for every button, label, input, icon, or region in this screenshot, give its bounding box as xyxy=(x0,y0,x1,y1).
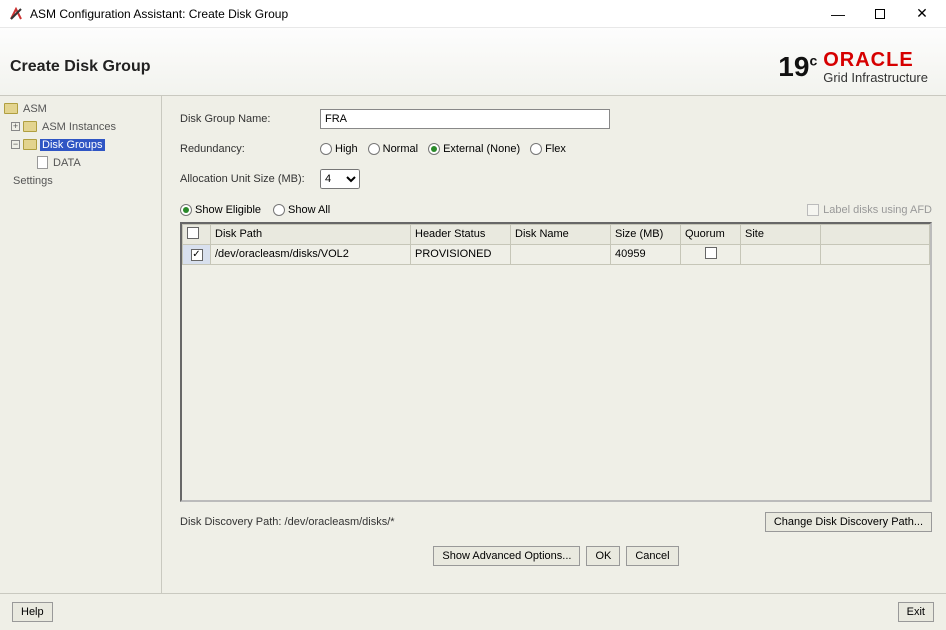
redundancy-high[interactable]: High xyxy=(320,143,358,155)
sidebar: ASM + ASM Instances − Disk Groups DATA S… xyxy=(0,96,162,593)
tree-item-asm[interactable]: ASM xyxy=(0,100,161,118)
cell-disk-path: /dev/oracleasm/disks/VOL2 xyxy=(211,244,411,264)
disk-group-name-input[interactable] xyxy=(320,109,610,129)
content-pane: Disk Group Name: Redundancy: High Normal… xyxy=(162,96,946,593)
row-checkbox[interactable] xyxy=(183,244,211,264)
folder-icon xyxy=(23,121,37,132)
redundancy-label: Redundancy: xyxy=(180,143,320,155)
tree-item-disk-groups[interactable]: − Disk Groups xyxy=(0,136,161,154)
discovery-path-label: Disk Discovery Path: /dev/oracleasm/disk… xyxy=(180,516,395,528)
brand-name: ORACLE xyxy=(823,50,928,71)
main-area: ASM + ASM Instances − Disk Groups DATA S… xyxy=(0,96,946,593)
titlebar: ASM Configuration Assistant: Create Disk… xyxy=(0,0,946,28)
maximize-button[interactable] xyxy=(868,2,892,26)
cell-quorum[interactable] xyxy=(681,244,741,264)
brand-logo: 19c ORACLE Grid Infrastructure xyxy=(778,50,928,85)
grid-header-row: Disk Path Header Status Disk Name Size (… xyxy=(183,224,930,244)
disk-filter-group: Show Eligible Show All xyxy=(180,204,330,216)
redundancy-group: High Normal External (None) Flex xyxy=(320,143,566,155)
version-number: 19c xyxy=(778,53,817,81)
cell-disk-name xyxy=(511,244,611,264)
advanced-options-button[interactable]: Show Advanced Options... xyxy=(433,546,580,566)
col-quorum[interactable]: Quorum xyxy=(681,224,741,244)
col-select[interactable] xyxy=(183,224,211,244)
show-all[interactable]: Show All xyxy=(273,204,330,216)
window-title: ASM Configuration Assistant: Create Disk… xyxy=(30,7,288,21)
col-disk-name[interactable]: Disk Name xyxy=(511,224,611,244)
cancel-button[interactable]: Cancel xyxy=(626,546,678,566)
col-header-status[interactable]: Header Status xyxy=(411,224,511,244)
collapse-icon[interactable]: − xyxy=(11,140,20,149)
page-title: Create Disk Group xyxy=(10,58,150,76)
help-button[interactable]: Help xyxy=(12,602,53,622)
alloc-unit-select[interactable]: 4 xyxy=(320,169,360,189)
tree-item-instances[interactable]: + ASM Instances xyxy=(0,118,161,136)
exit-button[interactable]: Exit xyxy=(898,602,934,622)
ok-button[interactable]: OK xyxy=(586,546,620,566)
expand-icon[interactable]: + xyxy=(11,122,20,131)
cell-header-status: PROVISIONED xyxy=(411,244,511,264)
col-size[interactable]: Size (MB) xyxy=(611,224,681,244)
tree-item-settings[interactable]: Settings xyxy=(0,172,161,190)
redundancy-normal[interactable]: Normal xyxy=(368,143,418,155)
col-disk-path[interactable]: Disk Path xyxy=(211,224,411,244)
table-row[interactable]: /dev/oracleasm/disks/VOL2 PROVISIONED 40… xyxy=(183,244,930,264)
close-button[interactable]: ✕ xyxy=(910,2,934,26)
minimize-button[interactable]: — xyxy=(826,2,850,26)
show-eligible[interactable]: Show Eligible xyxy=(180,204,261,216)
disk-grid: Disk Path Header Status Disk Name Size (… xyxy=(180,222,932,502)
redundancy-external[interactable]: External (None) xyxy=(428,143,520,155)
folder-icon xyxy=(4,103,18,114)
redundancy-flex[interactable]: Flex xyxy=(530,143,566,155)
cell-site xyxy=(741,244,821,264)
folder-icon xyxy=(23,139,37,150)
brand-sub: Grid Infrastructure xyxy=(823,71,928,85)
change-discovery-path-button[interactable]: Change Disk Discovery Path... xyxy=(765,512,932,532)
alloc-label: Allocation Unit Size (MB): xyxy=(180,173,320,185)
footer: Help Exit xyxy=(0,593,946,630)
tree-item-data[interactable]: DATA xyxy=(0,154,161,172)
file-icon xyxy=(37,156,48,169)
page-header: Create Disk Group 19c ORACLE Grid Infras… xyxy=(0,28,946,96)
afd-checkbox xyxy=(807,204,819,216)
col-site[interactable]: Site xyxy=(741,224,821,244)
cell-size: 40959 xyxy=(611,244,681,264)
disk-group-name-label: Disk Group Name: xyxy=(180,113,320,125)
afd-option: Label disks using AFD xyxy=(807,204,932,216)
app-icon xyxy=(8,6,24,22)
col-spacer xyxy=(821,224,930,244)
